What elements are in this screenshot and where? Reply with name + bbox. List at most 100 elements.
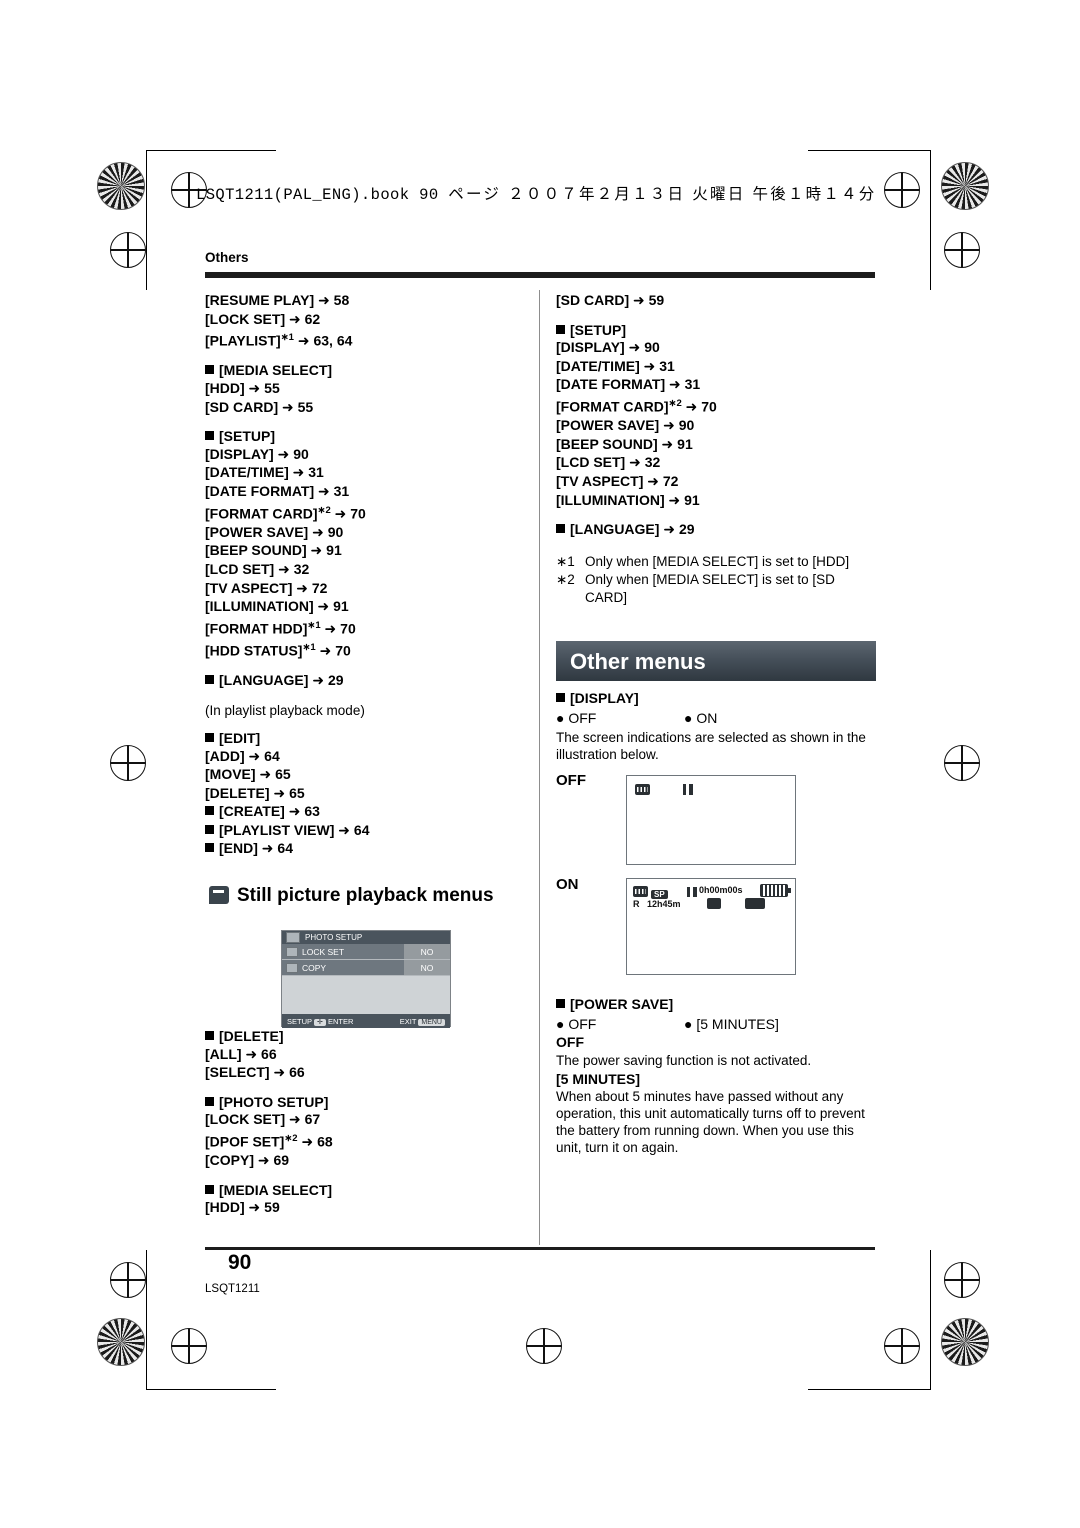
footnote-mark: ∗2 — [556, 571, 575, 587]
menu-item: [SD CARD] ➜ 59 — [556, 292, 665, 309]
power-save-option-5min[interactable]: ● [5 MINUTES] — [684, 1016, 779, 1034]
menu-item: [HDD STATUS]∗1 ➜ 70 — [205, 642, 351, 660]
square-bullet-icon — [205, 1031, 214, 1040]
menu-item: [ILLUMINATION] ➜ 91 — [556, 491, 700, 509]
display-option-on[interactable]: ● ON — [684, 710, 717, 728]
display-option-on-label: ON — [696, 709, 718, 726]
footnotes: ∗1 Only when [MEDIA SELECT] is set to [HD… — [556, 553, 876, 607]
display-section: [DISPLAY] ● OFF ● ON The screen indicati… — [556, 690, 876, 763]
menu-item: [LANGUAGE] ➜ 29 — [205, 672, 525, 691]
menu-group: [LANGUAGE] ➜ 29 — [556, 521, 876, 540]
square-bullet-icon — [556, 524, 565, 534]
menu-item: [COPY] ➜ 69 — [205, 1152, 290, 1170]
menu-item: [DATE/TIME] ➜ 31 — [556, 357, 675, 375]
square-bullet-icon — [556, 324, 565, 334]
registration-cross-left-lower — [110, 1262, 146, 1298]
menu-group: [SETUP] [DISPLAY] ➜ 90 [DATE/TIME] ➜ 31 [DA… — [556, 322, 876, 511]
square-bullet-icon — [205, 675, 214, 685]
display-option-off[interactable]: ● OFF — [556, 710, 684, 728]
remain-label: R — [633, 899, 640, 909]
menu-item: [POWER SAVE] ➜ 90 — [556, 417, 695, 435]
power-save-option-off-label: OFF — [568, 1015, 597, 1032]
menu-item: [FORMAT CARD]∗2 ➜ 70 — [205, 504, 366, 523]
registration-cross-right-middle — [944, 745, 980, 781]
on-illustration-label: ON — [556, 876, 579, 893]
crop-line-bottom-right-v — [930, 1250, 931, 1390]
menu-group: [RESUME PLAY] ➜ 58 [LOCK SET] ➜ 62 [PLAYLI… — [205, 292, 525, 351]
display-on-screen: SP 0h00m00s R 12h45m — [626, 878, 796, 975]
menu-item: [ILLUMINATION] ➜ 91 — [205, 598, 349, 616]
registration-cross-bottom-left — [171, 1328, 207, 1364]
menu-item: [ALL] ➜ 66 — [205, 1045, 277, 1063]
crop-line-top-left-h — [146, 150, 276, 151]
osd-row-copy[interactable]: COPY NO — [282, 960, 450, 976]
menu-group: [LANGUAGE] ➜ 29 — [205, 672, 525, 691]
registration-cross-right-upper — [944, 232, 980, 268]
other-menus-band: Other menus — [556, 641, 876, 681]
menu-item: [RESUME PLAY] ➜ 58 — [205, 292, 350, 309]
menu-item: [ADD] ➜ 64 — [205, 747, 280, 765]
square-bullet-icon — [205, 732, 214, 742]
footnote: ∗2 Only when [MEDIA SELECT] is set to [SD… — [556, 571, 876, 607]
footnote-text: Only when [MEDIA SELECT] is set to [HDD] — [585, 553, 850, 569]
square-bullet-icon — [205, 365, 214, 375]
menu-group: [SD CARD] ➜ 59 — [556, 292, 876, 311]
still-picture-heading: Still picture playback menus — [209, 883, 529, 907]
pause-icon-on — [687, 884, 697, 902]
osd-exit-label: EXIT — [399, 1016, 417, 1026]
menu-item: [FORMAT HDD]∗1 ➜ 70 — [205, 619, 356, 638]
display-heading: [DISPLAY] — [556, 690, 876, 708]
menu-item: [DISPLAY] ➜ 90 — [205, 445, 309, 463]
menu-item: [DELETE] — [205, 1028, 525, 1046]
book-file-header: LSQT1211(PAL_ENG).book 90 ページ ２００７年２月１３日… — [196, 182, 876, 204]
menu-item: [PHOTO SETUP] — [205, 1094, 525, 1112]
menu-item: [MOVE] ➜ 65 — [205, 766, 291, 784]
display-heading-label: [DISPLAY] — [570, 690, 639, 706]
menu-item: [DPOF SET]∗2 ➜ 68 — [205, 1132, 333, 1151]
menu-item: [FORMAT CARD]∗2 ➜ 70 — [556, 397, 717, 416]
menu-item: [DISPLAY] ➜ 90 — [556, 339, 660, 357]
osd-title-bar: PHOTO SETUP — [282, 931, 450, 944]
header-rule — [205, 272, 875, 278]
power-save-options: ● OFF ● [5 MINUTES] — [556, 1016, 876, 1034]
osd-row-label: LOCK SET — [282, 944, 404, 959]
menu-group: [EDIT] [ADD] ➜ 64 [MOVE] ➜ 65 [DELETE] ➜ 65… — [205, 730, 525, 859]
menu-item: [SETUP] — [556, 322, 876, 340]
audio-level-icon — [745, 898, 765, 909]
power-save-option-5min-label: [5 MINUTES] — [696, 1015, 779, 1032]
menu-item: [HDD] ➜ 59 — [205, 1199, 280, 1217]
osd-body — [282, 976, 450, 1014]
remain-value: 12h45m — [647, 899, 681, 909]
photo-setup-screenshot: PHOTO SETUP LOCK SET NO COPY NO SETUP ✛ … — [281, 930, 451, 1028]
menu-item: [CREATE] ➜ 63 — [205, 803, 525, 822]
manual-page: LSQT1211(PAL_ENG).book 90 ページ ２００７年２月１３日… — [0, 0, 1080, 1528]
right-menu-groups: [SD CARD] ➜ 59 [SETUP] [DISPLAY] ➜ 90 [DATE… — [556, 292, 876, 540]
menu-group: [PHOTO SETUP] [LOCK SET] ➜ 67 [DPOF SET]∗2… — [205, 1094, 525, 1171]
registration-cross-top-right — [884, 172, 920, 208]
registration-rosette-bottom-right — [941, 1318, 989, 1366]
osd-row-lock-set[interactable]: LOCK SET NO — [282, 944, 450, 960]
square-bullet-icon — [205, 824, 214, 834]
osd-footer-left: SETUP ✛ ENTER — [287, 1017, 353, 1026]
menu-item: [LCD SET] ➜ 32 — [205, 561, 310, 579]
square-bullet-icon — [205, 431, 214, 441]
left-menu-groups-2: [EDIT] [ADD] ➜ 64 [MOVE] ➜ 65 [DELETE] ➜ 65… — [205, 730, 525, 859]
menu-item: [BEEP SOUND] ➜ 91 — [205, 542, 342, 560]
registration-cross-bottom-center — [526, 1328, 562, 1364]
display-off-screen — [626, 775, 796, 865]
left-column: [RESUME PLAY] ➜ 58 [LOCK SET] ➜ 62 [PLAYLI… — [205, 292, 525, 859]
osd-copy-value: NO — [404, 960, 450, 975]
display-option-off-label: OFF — [568, 709, 597, 726]
registration-cross-left-upper — [110, 232, 146, 268]
power-save-option-off[interactable]: ● OFF — [556, 1016, 684, 1034]
square-bullet-icon — [205, 1096, 214, 1106]
other-menus-title: Other menus — [570, 649, 706, 674]
book-icon — [209, 886, 229, 904]
menu-item: [DATE FORMAT] ➜ 31 — [556, 376, 701, 394]
document-code: LSQT1211 — [205, 1283, 260, 1295]
power-save-5min-text: When about 5 minutes have passed without… — [556, 1089, 865, 1156]
still-picture-heading-label: Still picture playback menus — [237, 885, 494, 906]
square-bullet-icon — [205, 806, 214, 816]
registration-rosette-top-left — [97, 162, 145, 210]
crop-line-bottom-right-h — [808, 1389, 931, 1390]
